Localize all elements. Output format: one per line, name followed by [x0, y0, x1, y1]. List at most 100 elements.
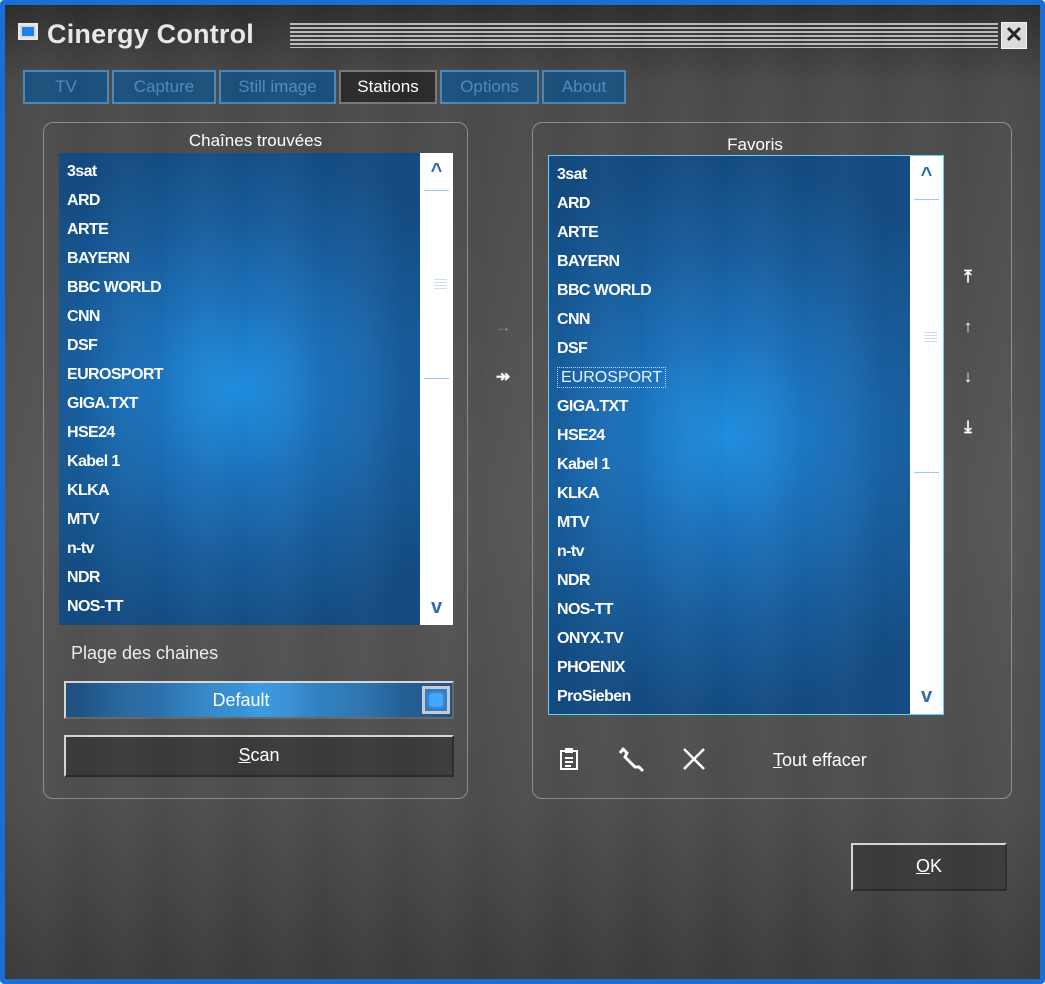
channel-range-label: Plage des chaines — [71, 643, 219, 663]
favorites-items: 3sat ARD ARTE BAYERN BBC WORLD CNN DSF EUROSPOR… — [557, 160, 907, 711]
channel-range-dropdown[interactable]: Default — [64, 681, 454, 719]
list-item[interactable]: CNN — [67, 302, 417, 331]
list-item[interactable]: KLKA — [67, 476, 417, 505]
move-down-icon[interactable]: ↓ — [957, 367, 979, 391]
list-item[interactable]: n-tv — [557, 537, 907, 566]
list-item-label: MTV — [67, 511, 100, 528]
ok-label-rest: K — [930, 856, 943, 876]
list-item[interactable]: NOS-TT — [67, 592, 417, 621]
list-item-label: n-tv — [67, 540, 95, 557]
list-item[interactable]: ONYX.TV — [557, 624, 907, 653]
delete-x-icon[interactable] — [681, 746, 707, 772]
list-item-label: MTV — [557, 514, 590, 531]
list-item-label: BAYERN — [557, 253, 620, 270]
found-channels-items: 3sat ARD ARTE BAYERN BBC WORLD CNN DSF EUROSPOR… — [67, 157, 417, 621]
dropdown-button-icon[interactable] — [422, 686, 450, 714]
scan-accel-key: S — [238, 745, 251, 765]
list-item[interactable]: NDR — [557, 566, 907, 595]
ok-button[interactable]: OK — [851, 843, 1007, 891]
list-item[interactable]: GIGA.TXT — [557, 392, 907, 421]
cinergy-control-window: Cinergy Control ✕ TV Capture Still image… — [0, 0, 1045, 984]
move-to-bottom-icon[interactable]: ⤓ — [957, 417, 979, 441]
list-item-label: ARTE — [557, 224, 599, 241]
list-item[interactable]: MTV — [67, 505, 417, 534]
list-item-label: HSE24 — [557, 427, 605, 444]
scroll-thumb[interactable] — [424, 190, 449, 379]
favorites-list[interactable]: 3sat ARD ARTE BAYERN BBC WORLD CNN DSF EUROSPOR… — [548, 155, 944, 715]
wrench-icon[interactable] — [617, 745, 647, 775]
found-channels-scrollbar[interactable]: ^ v — [420, 153, 453, 625]
scroll-down-arrow-icon[interactable]: v — [420, 592, 453, 622]
clear-all-accel-key: T — [773, 750, 782, 770]
list-item[interactable]: 3sat — [67, 157, 417, 186]
list-item[interactable]: DSF — [67, 331, 417, 360]
tv-window-icon — [18, 23, 38, 40]
list-item-label: BAYERN — [67, 250, 130, 267]
list-item-label: ARTE — [67, 221, 109, 238]
list-item[interactable]: EUROSPORT — [557, 363, 907, 392]
list-item[interactable]: 3sat — [557, 160, 907, 189]
list-item[interactable]: KLKA — [557, 479, 907, 508]
title-bar-grip[interactable] — [290, 23, 998, 48]
add-all-channels-arrow-icon[interactable]: ↠ — [489, 367, 517, 391]
tab-still-image[interactable]: Still image — [219, 70, 336, 104]
title-bar[interactable]: Cinergy Control ✕ — [5, 5, 1040, 55]
list-item[interactable]: HSE24 — [557, 421, 907, 450]
list-item[interactable]: BAYERN — [557, 247, 907, 276]
clear-all-label-rest: out effacer — [782, 750, 867, 770]
tab-strip: TV Capture Still image Stations Options … — [23, 70, 626, 104]
list-item[interactable]: HSE24 — [67, 418, 417, 447]
list-item[interactable]: PHOENIX — [557, 653, 907, 682]
list-item[interactable]: NOS-TT — [557, 595, 907, 624]
scroll-thumb[interactable] — [914, 199, 939, 473]
scroll-down-arrow-icon[interactable]: v — [910, 681, 943, 711]
list-item[interactable]: Kabel 1 — [67, 447, 417, 476]
list-item[interactable]: ARTE — [557, 218, 907, 247]
list-item-label: CNN — [557, 311, 590, 328]
list-item[interactable]: BBC WORLD — [557, 276, 907, 305]
scan-button[interactable]: Scan — [64, 735, 454, 777]
scroll-up-arrow-icon[interactable]: ^ — [420, 156, 453, 186]
tab-stations[interactable]: Stations — [339, 70, 437, 104]
found-channels-list[interactable]: 3sat ARD ARTE BAYERN BBC WORLD CNN DSF EUROSPOR… — [59, 153, 453, 625]
favorites-title: Favoris — [727, 135, 783, 154]
list-item-label: KLKA — [557, 485, 600, 502]
list-item[interactable]: GIGA.TXT — [67, 389, 417, 418]
list-item-label: ProSieben — [557, 688, 631, 705]
ok-accel-key: O — [915, 856, 930, 876]
list-item[interactable]: ARD — [67, 186, 417, 215]
list-item[interactable]: BBC WORLD — [67, 273, 417, 302]
list-item[interactable]: ProSieben — [557, 682, 907, 711]
list-item-label: ARD — [67, 192, 100, 209]
list-item[interactable]: BAYERN — [67, 244, 417, 273]
list-item[interactable]: EUROSPORT — [67, 360, 417, 389]
list-item-label: PHOENIX — [557, 659, 625, 676]
list-item-label: HSE24 — [67, 424, 115, 441]
favorites-scrollbar[interactable]: ^ v — [910, 156, 943, 714]
clear-all-button[interactable]: Tout effacer — [773, 750, 867, 771]
tab-tv[interactable]: TV — [23, 70, 109, 104]
list-item[interactable]: ARD — [557, 189, 907, 218]
list-item-label: ARD — [557, 195, 590, 212]
list-item[interactable]: DSF — [557, 334, 907, 363]
list-item[interactable]: CNN — [557, 305, 907, 334]
move-to-top-icon[interactable]: ⤒ — [957, 267, 979, 291]
list-item-label: NOS-TT — [67, 598, 124, 615]
tab-options[interactable]: Options — [440, 70, 539, 104]
list-item-label: NOS-TT — [557, 601, 614, 618]
list-item[interactable]: Kabel 1 — [557, 450, 907, 479]
list-item[interactable]: NDR — [67, 563, 417, 592]
scroll-up-arrow-icon[interactable]: ^ — [910, 160, 943, 190]
list-item[interactable]: ARTE — [67, 215, 417, 244]
close-icon[interactable]: ✕ — [1001, 22, 1027, 49]
list-item-label: BBC WORLD — [67, 279, 162, 296]
add-channel-arrow-icon[interactable]: → — [491, 317, 515, 341]
tab-capture[interactable]: Capture — [112, 70, 216, 104]
tab-about[interactable]: About — [542, 70, 626, 104]
list-item-label: Kabel 1 — [557, 456, 610, 473]
list-item[interactable]: MTV — [557, 508, 907, 537]
list-item-label: ONYX.TV — [557, 630, 624, 647]
move-up-icon[interactable]: ↑ — [957, 317, 979, 341]
properties-icon[interactable] — [557, 745, 583, 773]
list-item[interactable]: n-tv — [67, 534, 417, 563]
